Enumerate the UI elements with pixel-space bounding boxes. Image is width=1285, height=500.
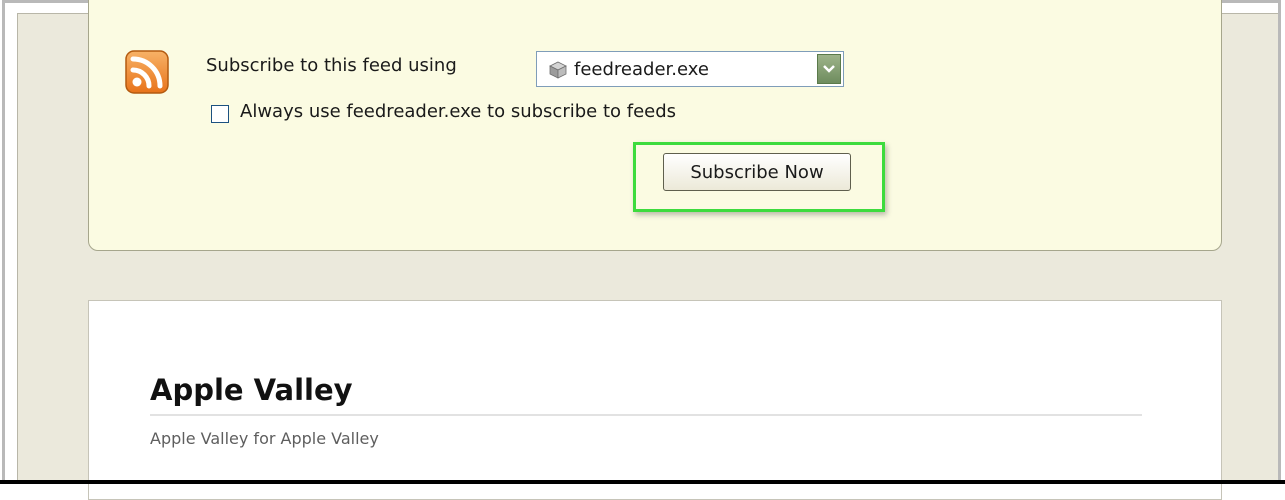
feed-content-panel: Apple Valley Apple Valley for Apple Vall… xyxy=(88,300,1222,500)
subscribe-panel: Subscribe to this feed using feedreader.… xyxy=(88,0,1222,251)
feed-page: Subscribe to this feed using feedreader.… xyxy=(17,0,1278,500)
bottom-border xyxy=(0,480,1285,484)
window-frame: Subscribe to this feed using feedreader.… xyxy=(2,0,1281,500)
feed-reader-select-value: feedreader.exe xyxy=(574,59,709,80)
always-use-label: Always use feedreader.exe to subscribe t… xyxy=(240,101,677,122)
subscribe-now-button[interactable]: Subscribe Now xyxy=(663,153,851,191)
subscribe-label: Subscribe to this feed using xyxy=(206,55,457,76)
rss-icon xyxy=(125,50,169,94)
feed-reader-select[interactable]: feedreader.exe xyxy=(536,51,844,87)
title-divider xyxy=(150,414,1142,416)
dropdown-button[interactable] xyxy=(817,54,841,84)
application-cube-icon xyxy=(549,61,567,79)
always-use-checkbox[interactable] xyxy=(211,105,229,123)
feed-subtitle: Apple Valley for Apple Valley xyxy=(150,429,379,448)
chevron-down-icon xyxy=(823,65,835,73)
feed-title: Apple Valley xyxy=(150,373,353,407)
